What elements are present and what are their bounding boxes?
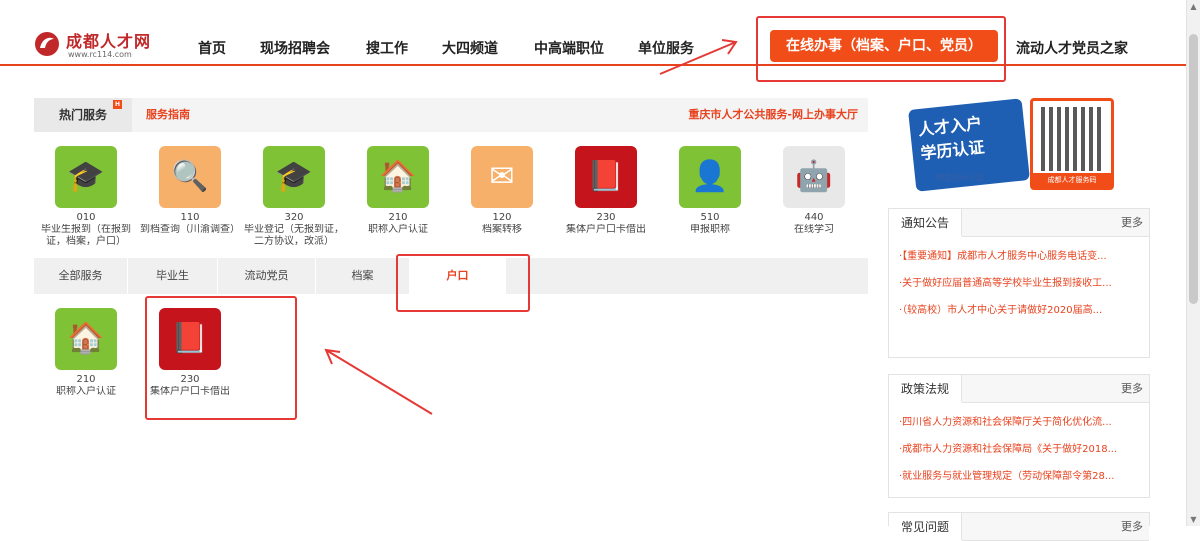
page-scrollbar[interactable]: ▲ ▼ [1186,0,1200,526]
service-name: 职称入户认证 [368,224,428,235]
scrollbar-thumb[interactable] [1189,34,1198,304]
service-code: 440 [804,212,824,223]
notice-title: 通知公告 [889,209,963,237]
service-code: 210 [76,374,96,385]
notice-header: 通知公告 更多 [889,209,1149,237]
service-item[interactable]: ✉ 120 档案转移 [450,146,554,248]
notice-more-link[interactable]: 更多 [1121,209,1143,237]
service-code: 210 [388,212,408,223]
file-search-icon: 🔍 [159,146,221,208]
arrow-icon [324,348,433,415]
tab-graduates[interactable]: 毕业生 [128,258,218,294]
service-item[interactable]: 🏠 210 职称入户认证 [346,146,450,248]
top-navigation-bar: 成都人才网 www.rc114.com 首页 现场招聘会 搜工作 大四频道 中高… [0,0,1200,66]
house-certificate-icon: 🏠 [55,308,117,370]
policy-header: 政策法规 更多 [889,375,1149,403]
notice-item[interactable]: ·关于做好应届普通高等学校毕业生报到接收工... [899,270,1147,297]
promo-title-2: 学历认证 [919,137,986,164]
tab-hot-services[interactable]: 热门服务 H [34,98,132,132]
qr-caption: 成都人才服务码 [1033,173,1111,187]
tab-service-guide[interactable]: 服务指南 [146,98,190,132]
notice-item[interactable]: ·（较高校）市人才中心关于请做好2020届高... [899,297,1147,324]
promo-banner[interactable]: 人才入户 学历认证 微信扫码认证 成都人才服务码 [908,98,1122,202]
faq-more-link[interactable]: 更多 [1121,513,1143,541]
service-code: 110 [180,212,200,223]
person-icon: 👤 [679,146,741,208]
logo-icon [35,32,59,56]
hot-badge: H [113,100,122,109]
tab-party-members[interactable]: 流动党员 [218,258,316,294]
nav-senior-positions[interactable]: 中高端职位 [534,38,604,58]
online-hall-link[interactable]: 重庆市人才公共服务-网上办事大厅 [688,98,858,132]
notice-list: ·【重要通知】成都市人才服务中心服务电话变... ·关于做好应届普通高等学校毕业… [889,237,1149,324]
scroll-down-icon[interactable]: ▼ [1189,515,1198,524]
service-item[interactable]: 🎓 010 毕业生报到（在报到证，档案，户口） [34,146,138,248]
highlight-box-tab [396,254,530,312]
tab-all-services[interactable]: 全部服务 [34,258,128,294]
service-name: 毕业生报到（在报到证，档案，户口） [41,224,131,247]
faq-title: 常见问题 [889,513,963,541]
policy-more-link[interactable]: 更多 [1121,375,1143,403]
promo-subtitle: 微信扫码认证 [936,173,984,182]
service-item[interactable]: 🏠 210 职称入户认证 [34,308,138,410]
service-code: 320 [284,212,304,223]
scroll-up-icon[interactable]: ▲ [1189,2,1198,11]
policy-title: 政策法规 [889,375,963,403]
service-name: 档案转移 [482,224,522,235]
faq-header: 常见问题 更多 [889,513,1149,541]
right-sidebar: 人才入户 学历认证 微信扫码认证 成都人才服务码 通知公告 更多 ·【重要通知】… [888,98,1150,541]
nav-party-members[interactable]: 流动人才党员之家 [1016,38,1128,58]
service-name: 在线学习 [794,224,834,235]
policy-item[interactable]: ·四川省人力资源和社会保障厅关于简化优化流... [899,409,1147,436]
service-code: 510 [700,212,720,223]
graduate-icon: 🎓 [263,146,325,208]
service-item[interactable]: 👤 510 申报职称 [658,146,762,248]
service-name: 职称入户认证 [56,386,116,397]
nav-job-fair[interactable]: 现场招聘会 [260,38,330,58]
service-name: 到档查询（川渝调查） [140,224,240,235]
qr-code-icon [1041,107,1105,171]
service-icon-row: 🎓 010 毕业生报到（在报到证，档案，户口） 🔍 110 到档查询（川渝调查）… [34,146,868,256]
tab-hot-label: 热门服务 [58,108,107,122]
service-code: 120 [492,212,512,223]
service-code: 010 [76,212,96,223]
service-name: 申报职称 [690,224,730,235]
nav-search-jobs[interactable]: 搜工作 [366,38,408,58]
highlight-box-nav [756,16,1006,82]
site-logo[interactable]: 成都人才网 www.rc114.com [32,28,172,64]
mail-icon: ✉ [471,146,533,208]
service-item[interactable]: 🔍 110 到档查询（川渝调查） [138,146,242,248]
nav-employer-services[interactable]: 单位服务 [638,38,694,58]
nav-senior-channel[interactable]: 大四频道 [442,38,498,58]
red-booklet-icon: 📕 [575,146,637,208]
service-name: 集体户户口卡借出 [566,224,646,235]
notice-item[interactable]: ·【重要通知】成都市人才服务中心服务电话变... [899,243,1147,270]
logo-url: www.rc114.com [68,50,132,59]
policy-item[interactable]: ·就业服务与就业管理规定（劳动保障部令第28... [899,463,1147,490]
robot-icon: 🤖 [783,146,845,208]
service-item[interactable]: 🎓 320 毕业登记（无报到证，二方协议，改派） [242,146,346,248]
service-name: 毕业登记（无报到证，二方协议，改派） [244,224,344,247]
service-code: 230 [596,212,616,223]
service-item[interactable]: 🤖 440 在线学习 [762,146,866,248]
policy-item[interactable]: ·成都市人力资源和社会保障局《关于做好2018... [899,436,1147,463]
house-certificate-icon: 🏠 [367,146,429,208]
logo-title: 成都人才网 [66,32,152,51]
faq-panel: 常见问题 更多 [888,512,1150,541]
highlight-box-item [145,296,297,420]
services-header: 热门服务 H 服务指南 重庆市人才公共服务-网上办事大厅 [34,98,868,132]
qr-code: 成都人才服务码 [1030,98,1114,190]
service-item[interactable]: 📕 230 集体户户口卡借出 [554,146,658,248]
nav-home[interactable]: 首页 [198,38,226,58]
graduate-icon: 🎓 [55,146,117,208]
notice-panel: 通知公告 更多 ·【重要通知】成都市人才服务中心服务电话变... ·关于做好应届… [888,208,1150,358]
policy-list: ·四川省人力资源和社会保障厅关于简化优化流... ·成都市人力资源和社会保障局《… [889,403,1149,490]
policy-panel: 政策法规 更多 ·四川省人力资源和社会保障厅关于简化优化流... ·成都市人力资… [888,374,1150,498]
